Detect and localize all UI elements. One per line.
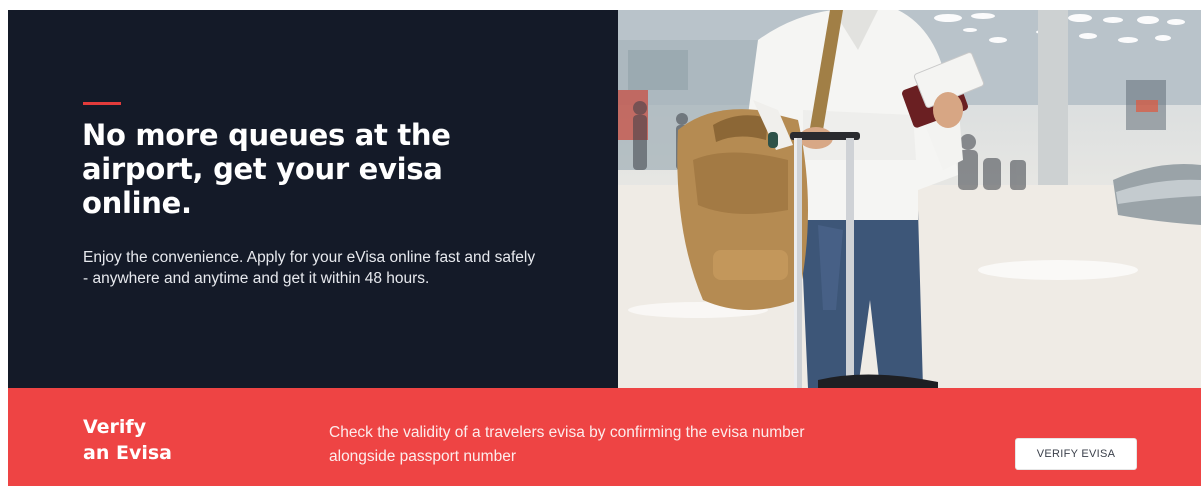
verify-evisa-section: Verify an Evisa Check the validity of a … xyxy=(8,388,1201,486)
verify-title-line1: Verify xyxy=(83,416,147,438)
verify-evisa-button[interactable]: VERIFY EVISA xyxy=(1015,438,1137,470)
traveler-airport-illustration xyxy=(618,10,1201,388)
accent-line xyxy=(83,102,121,105)
hero-section: No more queues at the airport, get your … xyxy=(8,10,1201,388)
hero-text-panel: No more queues at the airport, get your … xyxy=(8,10,618,388)
hero-title: No more queues at the airport, get your … xyxy=(82,118,451,220)
hero-image xyxy=(618,10,1201,388)
verify-description: Check the validity of a travelers evisa … xyxy=(329,424,805,465)
verify-title: Verify an Evisa xyxy=(83,414,223,466)
verify-title-line2: an Evisa xyxy=(83,442,172,464)
hero-description: Enjoy the convenience. Apply for your eV… xyxy=(83,249,536,287)
